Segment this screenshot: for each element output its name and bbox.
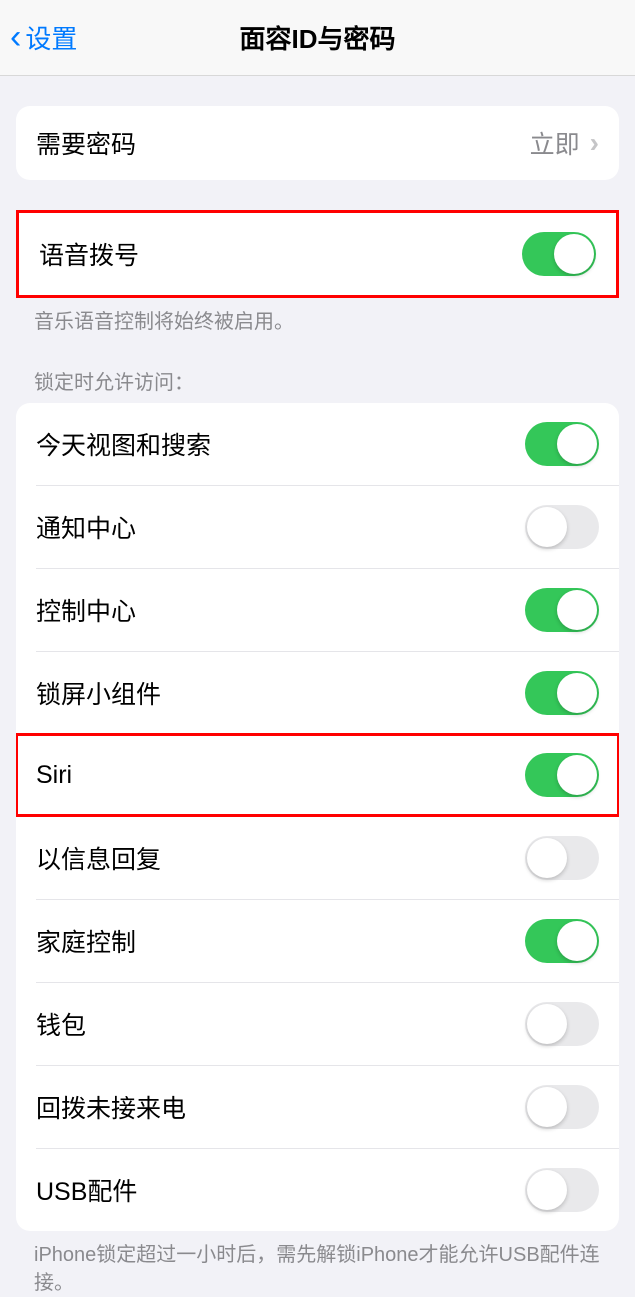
lock-access-toggle[interactable] (525, 422, 599, 466)
lock-access-toggle[interactable] (525, 919, 599, 963)
lock-access-section: 今天视图和搜索通知中心控制中心锁屏小组件 Siri 以信息回复家庭控制钱包回拨未接来… (16, 403, 619, 1231)
lock-access-toggle[interactable] (525, 1002, 599, 1046)
lock-access-item-label: USB配件 (36, 1172, 137, 1208)
lock-access-row: 回拨未接来电 (36, 1065, 619, 1148)
lock-access-item-label: 通知中心 (36, 509, 136, 545)
lock-access-toggle[interactable] (525, 836, 599, 880)
voice-dial-row: 语音拨号 (19, 213, 616, 295)
toggle-knob (527, 1087, 567, 1127)
toggle-knob (527, 507, 567, 547)
lock-access-toggle[interactable] (525, 671, 599, 715)
toggle-knob (527, 1170, 567, 1210)
lock-access-row: Siri (16, 734, 619, 816)
lock-access-row: 以信息回复 (36, 816, 619, 899)
lock-access-toggle[interactable] (525, 588, 599, 632)
lock-access-row: USB配件 (36, 1148, 619, 1231)
require-passcode-label: 需要密码 (36, 125, 136, 161)
voice-dial-footer: 音乐语音控制将始终被启用。 (0, 298, 635, 336)
toggle-knob (557, 921, 597, 961)
lock-access-row: 控制中心 (36, 568, 619, 651)
lock-access-toggle[interactable] (525, 505, 599, 549)
voice-dial-section: 语音拨号 (16, 210, 619, 298)
toggle-knob (557, 590, 597, 630)
back-button[interactable]: ‹ 设置 (0, 18, 77, 57)
lock-access-row: 今天视图和搜索 (16, 403, 619, 485)
lock-access-header: 锁定时允许访问： (0, 336, 635, 403)
require-passcode-value-group: 立即 › (530, 125, 599, 161)
page-title: 面容ID与密码 (0, 19, 635, 56)
lock-access-item-label: 以信息回复 (36, 840, 161, 876)
lock-access-item-label: 锁屏小组件 (36, 675, 161, 711)
lock-access-row: 锁屏小组件 (36, 651, 619, 734)
lock-access-item-label: 今天视图和搜索 (36, 426, 211, 462)
lock-access-item-label: 回拨未接来电 (36, 1089, 186, 1125)
toggle-knob (527, 838, 567, 878)
require-passcode-row[interactable]: 需要密码 立即 › (16, 106, 619, 180)
toggle-knob (527, 1004, 567, 1044)
lock-access-toggle[interactable] (525, 1168, 599, 1212)
lock-access-footer: iPhone锁定超过一小时后，需先解锁iPhone才能允许USB配件连接。 (0, 1231, 635, 1297)
require-passcode-section: 需要密码 立即 › (16, 106, 619, 180)
navigation-bar: ‹ 设置 面容ID与密码 (0, 0, 635, 76)
toggle-knob (557, 755, 597, 795)
toggle-knob (557, 424, 597, 464)
lock-access-toggle[interactable] (525, 1085, 599, 1129)
lock-access-toggle[interactable] (525, 753, 599, 797)
lock-access-row: 通知中心 (36, 485, 619, 568)
toggle-knob (557, 673, 597, 713)
lock-access-row: 钱包 (36, 982, 619, 1065)
lock-access-item-label: 钱包 (36, 1006, 86, 1042)
toggle-knob (554, 234, 594, 274)
voice-dial-label: 语音拨号 (39, 236, 139, 272)
lock-access-item-label: 家庭控制 (36, 923, 136, 959)
lock-access-item-label: 控制中心 (36, 592, 136, 628)
chevron-right-icon: › (590, 127, 599, 159)
chevron-left-icon: ‹ (10, 18, 21, 57)
voice-dial-toggle[interactable] (522, 232, 596, 276)
require-passcode-value: 立即 (530, 125, 580, 161)
lock-access-row: 家庭控制 (36, 899, 619, 982)
lock-access-item-label: Siri (36, 761, 72, 790)
back-label: 设置 (25, 19, 77, 56)
